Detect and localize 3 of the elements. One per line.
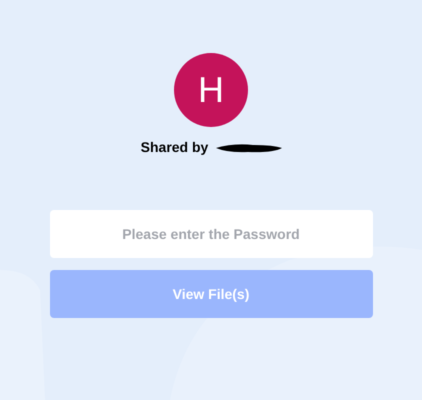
avatar: H <box>174 53 248 127</box>
password-field[interactable]: Please enter the Password <box>50 210 372 258</box>
shared-by-label: Shared by <box>140 138 208 157</box>
